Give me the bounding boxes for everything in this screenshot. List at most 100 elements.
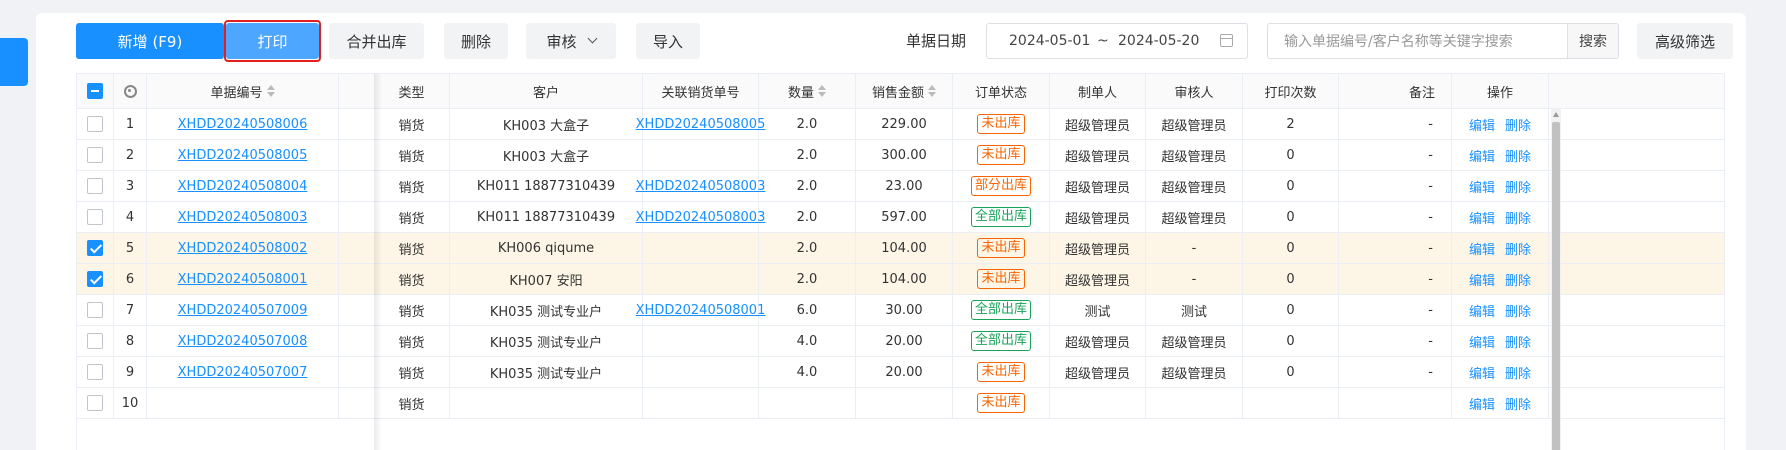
order-no-link[interactable]: XHDD20240508002	[178, 241, 308, 256]
merge-outbound-button[interactable]: 合并出库	[329, 23, 424, 59]
sidebar-collapse-tab[interactable]	[0, 38, 28, 86]
gear-icon[interactable]	[123, 84, 137, 98]
order-no-link[interactable]: XHDD20240508003	[178, 210, 308, 225]
prints-cell	[1243, 388, 1339, 418]
row-checkbox[interactable]	[87, 302, 103, 318]
header-ops: 操作	[1452, 74, 1549, 108]
table-row[interactable]: 4 XHDD20240508003 销货 KH011 18877310439 XHDD2…	[77, 202, 1724, 233]
row-checkbox[interactable]	[87, 240, 103, 256]
header-qty[interactable]: 数量	[759, 74, 856, 108]
blank-cell	[339, 140, 374, 170]
linked-order-link[interactable]: XHDD20240508005	[636, 117, 766, 132]
status-badge: 未出库	[977, 269, 1025, 289]
sort-icon[interactable]	[266, 85, 275, 97]
remark-cell: -	[1339, 140, 1452, 170]
search-button[interactable]: 搜索	[1567, 23, 1619, 59]
row-checkbox[interactable]	[87, 147, 103, 163]
edit-link[interactable]: 编辑	[1469, 363, 1495, 382]
edit-link[interactable]: 编辑	[1469, 394, 1495, 413]
row-checkbox[interactable]	[87, 178, 103, 194]
delete-button[interactable]: 删除	[444, 23, 508, 59]
ops-cell: 编辑 删除	[1452, 326, 1549, 356]
order-no-link[interactable]: XHDD20240508004	[178, 179, 308, 194]
row-checkbox[interactable]	[87, 395, 103, 411]
row-checkbox[interactable]	[87, 271, 103, 287]
linked-cell: XHDD20240508003	[636, 171, 765, 201]
audit-dropdown[interactable]: 审核	[526, 23, 616, 59]
new-button[interactable]: 新增 (F9)	[76, 23, 224, 59]
edit-link[interactable]: 编辑	[1469, 208, 1495, 227]
date-range-picker[interactable]: 2024-05-01 ~ 2024-05-20	[986, 23, 1248, 59]
header-amount[interactable]: 销售金额	[856, 74, 953, 108]
edit-link[interactable]: 编辑	[1469, 146, 1495, 165]
table-row[interactable]: 1 XHDD20240508006 销货 KH003 大盒子 XHDD202405080…	[77, 109, 1724, 140]
table-row[interactable]: 6 XHDD20240508001 销货 KH007 安阳 2.0 104.00 未出库 超级…	[77, 264, 1724, 295]
edit-link[interactable]: 编辑	[1469, 270, 1495, 289]
auditor-cell: 超级管理员	[1146, 109, 1243, 139]
table-row[interactable]: 10 销货 未出库 编辑 删除	[77, 388, 1724, 419]
delete-link[interactable]: 删除	[1505, 332, 1531, 351]
delete-link[interactable]: 删除	[1505, 177, 1531, 196]
delete-link[interactable]: 删除	[1505, 115, 1531, 134]
prints-cell: 2	[1243, 109, 1339, 139]
delete-link[interactable]: 删除	[1505, 270, 1531, 289]
row-checkbox[interactable]	[87, 116, 103, 132]
row-checkbox[interactable]	[87, 209, 103, 225]
row-checkbox[interactable]	[87, 333, 103, 349]
order-no-cell: XHDD20240508001	[147, 264, 339, 294]
delete-link[interactable]: 删除	[1505, 239, 1531, 258]
qty-cell: 4.0	[759, 357, 856, 387]
row-checkbox[interactable]	[87, 364, 103, 380]
edit-link[interactable]: 编辑	[1469, 177, 1495, 196]
delete-link[interactable]: 删除	[1505, 146, 1531, 165]
delete-link[interactable]: 删除	[1505, 208, 1531, 227]
table-row[interactable]: 7 XHDD20240507009 销货 KH035 测试专业户 XHDD2024050…	[77, 295, 1724, 326]
linked-order-link[interactable]: XHDD20240508003	[636, 179, 766, 194]
linked-cell	[643, 233, 759, 263]
import-button[interactable]: 导入	[636, 23, 700, 59]
table-row[interactable]: 5 XHDD20240508002 销货 KH006 qiqume 2.0 104.00 未…	[77, 233, 1724, 264]
order-no-link[interactable]: XHDD20240507008	[178, 334, 308, 349]
scroll-up-arrow-icon[interactable]	[1553, 112, 1559, 117]
ops-cell: 编辑 删除	[1452, 295, 1549, 325]
order-no-link[interactable]: XHDD20240508001	[178, 272, 308, 287]
row-index: 4	[114, 202, 147, 232]
sort-icon[interactable]	[818, 85, 826, 97]
delete-link[interactable]: 删除	[1505, 363, 1531, 382]
date-end[interactable]: 2024-05-20	[1118, 33, 1199, 49]
toolbar: 新增 (F9) 打印 合并出库 删除 审核 导入 单据日期 2024-05-01…	[76, 20, 1736, 62]
table-row[interactable]: 2 XHDD20240508005 销货 KH003 大盒子 2.0 300.00 未出库 超…	[77, 140, 1724, 171]
delete-link[interactable]: 删除	[1505, 394, 1531, 413]
table-row[interactable]: 8 XHDD20240507008 销货 KH035 测试专业户 4.0 20.00 全部出…	[77, 326, 1724, 357]
table-row[interactable]: 9 XHDD20240507007 销货 KH035 测试专业户 4.0 20.00 未出库…	[77, 357, 1724, 388]
header-customer: 客户	[450, 74, 643, 108]
qty-cell: 2.0	[759, 109, 856, 139]
type-cell: 销货	[374, 357, 450, 387]
date-start[interactable]: 2024-05-01	[1009, 33, 1090, 49]
edit-link[interactable]: 编辑	[1469, 239, 1495, 258]
advanced-filter-button[interactable]: 高级筛选	[1637, 23, 1733, 59]
linked-cell	[643, 264, 759, 294]
linked-order-link[interactable]: XHDD20240508001	[636, 303, 766, 318]
edit-link[interactable]: 编辑	[1469, 301, 1495, 320]
order-no-link[interactable]: XHDD20240507009	[178, 303, 308, 318]
audit-label: 审核	[546, 32, 577, 51]
edit-link[interactable]: 编辑	[1469, 115, 1495, 134]
header-no[interactable]: 单据编号	[147, 74, 339, 108]
customer-cell: KH011 18877310439	[450, 202, 643, 232]
edit-link[interactable]: 编辑	[1469, 332, 1495, 351]
order-no-link[interactable]: XHDD20240508006	[178, 117, 308, 132]
calendar-icon	[1220, 34, 1233, 47]
order-no-link[interactable]: XHDD20240508005	[178, 148, 308, 163]
sort-icon[interactable]	[928, 85, 936, 97]
status-badge: 全部出库	[970, 331, 1031, 351]
blank-cell	[339, 388, 374, 418]
linked-order-link[interactable]: XHDD20240508003	[636, 210, 766, 225]
select-all-checkbox[interactable]	[87, 83, 103, 99]
vertical-scrollbar-thumb[interactable]	[1552, 122, 1560, 450]
table-row[interactable]: 3 XHDD20240508004 销货 KH011 18877310439 XHDD2…	[77, 171, 1724, 202]
delete-link[interactable]: 删除	[1505, 301, 1531, 320]
search-input[interactable]: 输入单据编号/客户名称等关键字搜索	[1267, 23, 1567, 59]
maker-cell: 超级管理员	[1050, 109, 1146, 139]
order-no-link[interactable]: XHDD20240507007	[178, 365, 308, 380]
